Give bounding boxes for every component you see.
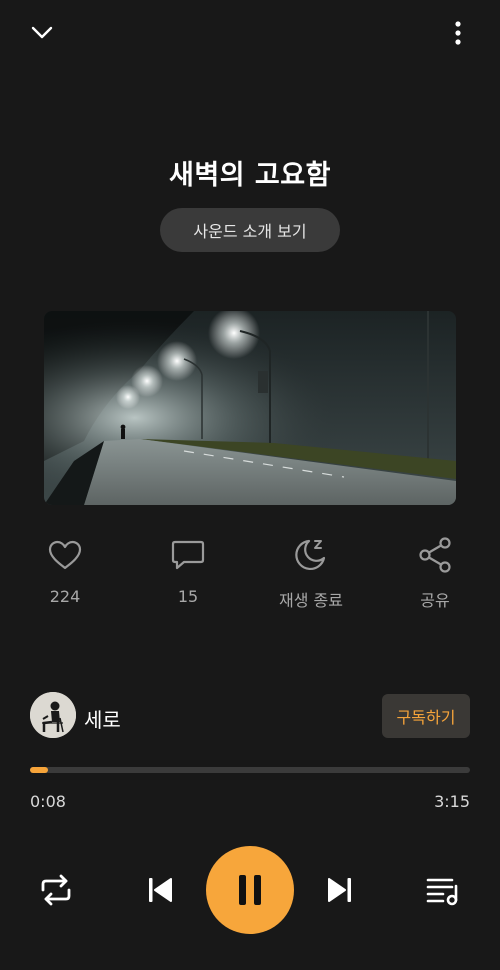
subscribe-button[interactable]: 구독하기	[382, 694, 470, 738]
comment-button[interactable]: 15	[138, 535, 238, 606]
progress-fill	[30, 767, 49, 773]
sound-intro-button[interactable]: 사운드 소개 보기	[160, 208, 340, 252]
next-button[interactable]	[320, 870, 360, 910]
heart-icon	[48, 540, 82, 570]
skip-next-icon	[328, 878, 351, 902]
like-count: 224	[49, 587, 81, 606]
share-icon	[419, 537, 451, 573]
creator-name[interactable]: 세로	[84, 704, 121, 733]
total-time: 3:15	[434, 792, 470, 811]
pause-icon	[239, 875, 261, 905]
play-pause-button[interactable]	[206, 846, 294, 934]
share-button[interactable]: 공유	[385, 535, 485, 611]
comment-count: 15	[177, 587, 199, 606]
repeat-icon	[41, 874, 71, 906]
share-label: 공유	[420, 591, 450, 610]
current-time: 0:08	[30, 792, 66, 811]
creator-avatar[interactable]	[30, 692, 76, 738]
chevron-down-icon	[31, 26, 53, 39]
repeat-button[interactable]	[36, 870, 76, 910]
sleep-timer-label: 재생 종료	[279, 591, 343, 610]
more-vertical-icon	[455, 21, 461, 45]
more-options-button[interactable]	[444, 16, 472, 50]
collapse-button[interactable]	[26, 18, 58, 48]
sleep-timer-button[interactable]: 재생 종료	[261, 535, 361, 611]
sleep-timer-icon	[295, 539, 326, 571]
album-artwork	[44, 311, 456, 505]
skip-previous-icon	[149, 878, 172, 902]
previous-button[interactable]	[140, 870, 180, 910]
like-button[interactable]: 224	[15, 535, 115, 606]
playlist-icon	[426, 878, 458, 906]
track-title: 새벽의 고요함	[169, 160, 331, 191]
comment-icon	[171, 540, 205, 570]
progress-bar[interactable]	[30, 767, 470, 773]
playlist-button[interactable]	[422, 870, 464, 910]
